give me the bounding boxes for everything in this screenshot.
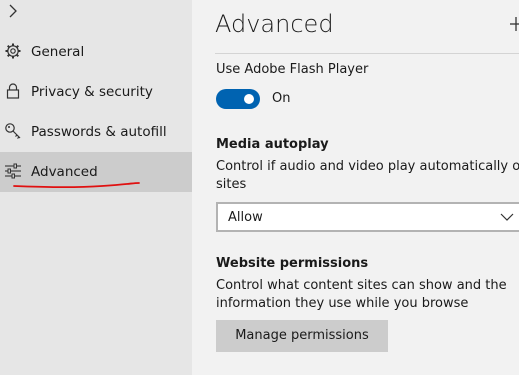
manage-permissions-label: Manage permissions [235,328,369,343]
page-title: Advanced [215,10,334,38]
red-annotation-underline [13,182,140,189]
flash-label: Use Adobe Flash Player [216,62,369,77]
pin-icon[interactable] [508,14,519,34]
media-autoplay-dropdown[interactable]: Allow [216,202,519,232]
title-divider [215,53,519,54]
media-autoplay-description-line2: sites [216,177,247,192]
sidebar-item-label: Passwords & autofill [31,124,167,140]
sidebar-item-passwords-autofill[interactable]: Passwords & autofill [0,112,192,152]
toggle-knob [244,94,254,104]
media-autoplay-heading: Media autoplay [216,137,329,152]
settings-panel: Advanced Use Adobe Flash Player On Media… [192,0,519,375]
sidebar-item-label: Privacy & security [31,84,153,100]
sidebar-item-general[interactable]: General [0,32,192,72]
chevron-down-icon [500,213,514,221]
website-permissions-description-line2: information they use while you browse [216,296,469,311]
manage-permissions-button[interactable]: Manage permissions [216,320,388,352]
website-permissions-heading: Website permissions [216,256,369,271]
sidebar-item-label: General [31,44,85,60]
lock-icon [6,83,20,99]
media-autoplay-description: Control if audio and video play automati… [216,159,519,174]
sidebar-item-privacy-security[interactable]: Privacy & security [0,72,192,112]
flash-toggle-switch[interactable] [216,89,260,109]
website-permissions-description: Control what content sites can show and … [216,278,507,293]
sidebar: General Privacy & security Passwords & a… [0,0,192,375]
dropdown-selected-value: Allow [228,210,263,225]
chevron-right-icon[interactable] [6,2,20,20]
key-icon [5,123,21,139]
flash-toggle-state-label: On [272,91,291,106]
gear-icon [5,43,21,59]
